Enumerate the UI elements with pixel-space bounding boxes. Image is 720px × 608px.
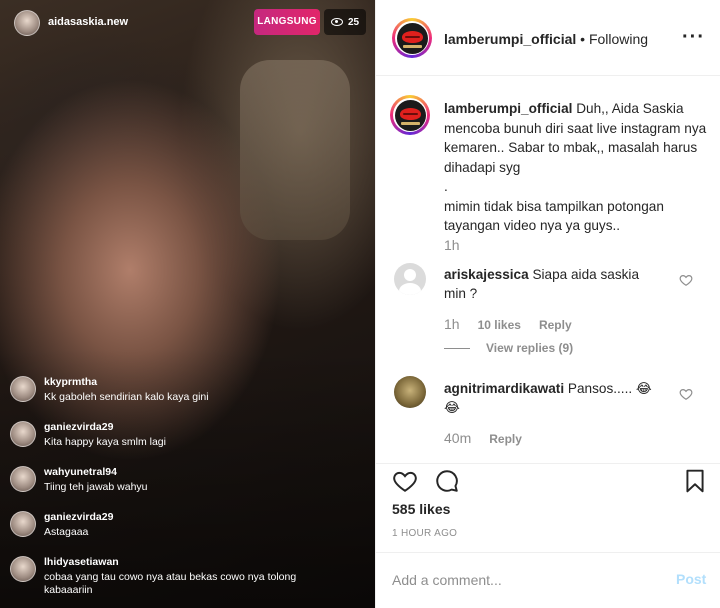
comment-body: agnitrimardikawati Pansos..... 😂 😂	[444, 379, 664, 417]
reply-button[interactable]: Reply	[539, 318, 572, 332]
post-panel: lamberumpi_official • Following ··· lamb…	[375, 0, 720, 608]
bookmark-icon[interactable]	[682, 468, 708, 494]
like-heart-icon[interactable]	[392, 468, 418, 494]
comment-input[interactable]	[392, 569, 652, 591]
post-caption: lamberumpi_official Duh,, Aida Saskia me…	[444, 99, 709, 236]
viewer-count-value: 25	[347, 16, 360, 28]
caption-username[interactable]: lamberumpi_official	[444, 101, 572, 116]
reply-button[interactable]: Reply	[489, 432, 522, 446]
caption-avatar[interactable]	[390, 95, 430, 135]
view-replies-label: View replies (9)	[486, 341, 574, 355]
live-comment-text: Tiing teh jawab wahyu	[44, 481, 148, 493]
eye-icon	[330, 18, 343, 26]
live-comment-user: ganiezvirda29	[44, 511, 114, 523]
live-comment: ganiezvirda29 Kita happy kaya smlm lagi	[10, 417, 310, 462]
comment-meta: 40m Reply	[444, 430, 522, 446]
comments-scroll-area[interactable]: lamberumpi_official Duh,, Aida Saskia me…	[376, 77, 720, 462]
post-comment-button[interactable]: Post	[676, 571, 706, 587]
comment-heart-icon[interactable]	[679, 273, 693, 287]
live-comment: wahyunetral94 Tiing teh jawab wahyu	[10, 462, 310, 507]
posted-time[interactable]: 1 HOUR AGO	[392, 528, 457, 539]
live-comment: lhidyasetiawan cobaa yang tau cowo nya a…	[10, 552, 310, 608]
host-avatar[interactable]	[14, 10, 40, 36]
separator-dot: •	[580, 31, 586, 47]
commenter-avatar	[10, 421, 36, 447]
commenter-avatar	[10, 376, 36, 402]
commenter-avatar	[10, 466, 36, 492]
comment-heart-icon[interactable]	[679, 387, 693, 401]
likes-count[interactable]: 585 likes	[392, 501, 450, 517]
account-avatar[interactable]	[392, 18, 432, 58]
comment-meta: 1h 10 likes Reply	[444, 316, 572, 332]
comment-username[interactable]: ariskajessica	[444, 267, 529, 282]
live-badge: LANGSUNG	[254, 9, 320, 35]
account-username[interactable]: lamberumpi_official	[444, 31, 576, 47]
live-comment-user: ganiezvirda29	[44, 421, 114, 433]
live-header: aidasaskia.new LANGSUNG 25	[0, 0, 375, 46]
live-comment-text: Astagaaa	[44, 526, 89, 538]
add-comment-bar: Post	[376, 552, 720, 608]
live-comment-user: lhidyasetiawan	[44, 556, 119, 568]
comment-body: ariskajessica Siapa aida saskia min ?	[444, 265, 664, 303]
comment-time[interactable]: 40m	[444, 430, 471, 446]
post-actions	[376, 463, 720, 495]
lips-logo-icon	[396, 22, 428, 54]
viewer-count: 25	[324, 9, 366, 35]
host-username[interactable]: aidasaskia.new	[48, 16, 128, 28]
comment-avatar[interactable]	[394, 263, 426, 295]
live-comment-user: kkyprmtha	[44, 376, 98, 388]
caption-line: .	[444, 179, 448, 194]
live-comment-text: cobaa yang tau cowo nya atau bekas cowo …	[44, 571, 297, 596]
post-header: lamberumpi_official • Following ···	[376, 0, 720, 76]
live-comments: kkyprmtha Kk gaboleh sendirian kalo kaya…	[10, 372, 310, 608]
live-comment: ganiezvirda29 Astagaaa	[10, 507, 310, 552]
comment-time[interactable]: 1h	[444, 316, 460, 332]
car-seat-shape	[240, 60, 350, 240]
comment-likes[interactable]: 10 likes	[478, 318, 521, 332]
replies-divider	[444, 347, 470, 349]
comment-username[interactable]: agnitrimardikawati	[444, 381, 564, 396]
commenter-avatar	[10, 556, 36, 582]
header-title: lamberumpi_official • Following	[444, 31, 648, 47]
comment-avatar[interactable]	[394, 376, 426, 408]
caption-line: mimin tidak bisa tampilkan potongan taya…	[444, 198, 664, 234]
following-button[interactable]: Following	[589, 31, 648, 47]
more-options-icon[interactable]: ···	[682, 27, 705, 47]
commenter-avatar	[10, 511, 36, 537]
comment-bubble-icon[interactable]	[434, 468, 460, 494]
live-video-panel: aidasaskia.new LANGSUNG 25 kkyprmtha Kk …	[0, 0, 375, 608]
lips-logo-icon	[394, 99, 426, 131]
live-comment: kkyprmtha Kk gaboleh sendirian kalo kaya…	[10, 372, 310, 417]
caption-time[interactable]: 1h	[444, 237, 460, 253]
view-replies-button[interactable]: View replies (9)	[444, 341, 573, 355]
live-comment-text: Kk gaboleh sendirian kalo kaya gini	[44, 391, 209, 403]
live-comment-text: Kita happy kaya smlm lagi	[44, 436, 166, 448]
live-comment-user: wahyunetral94	[44, 466, 117, 478]
